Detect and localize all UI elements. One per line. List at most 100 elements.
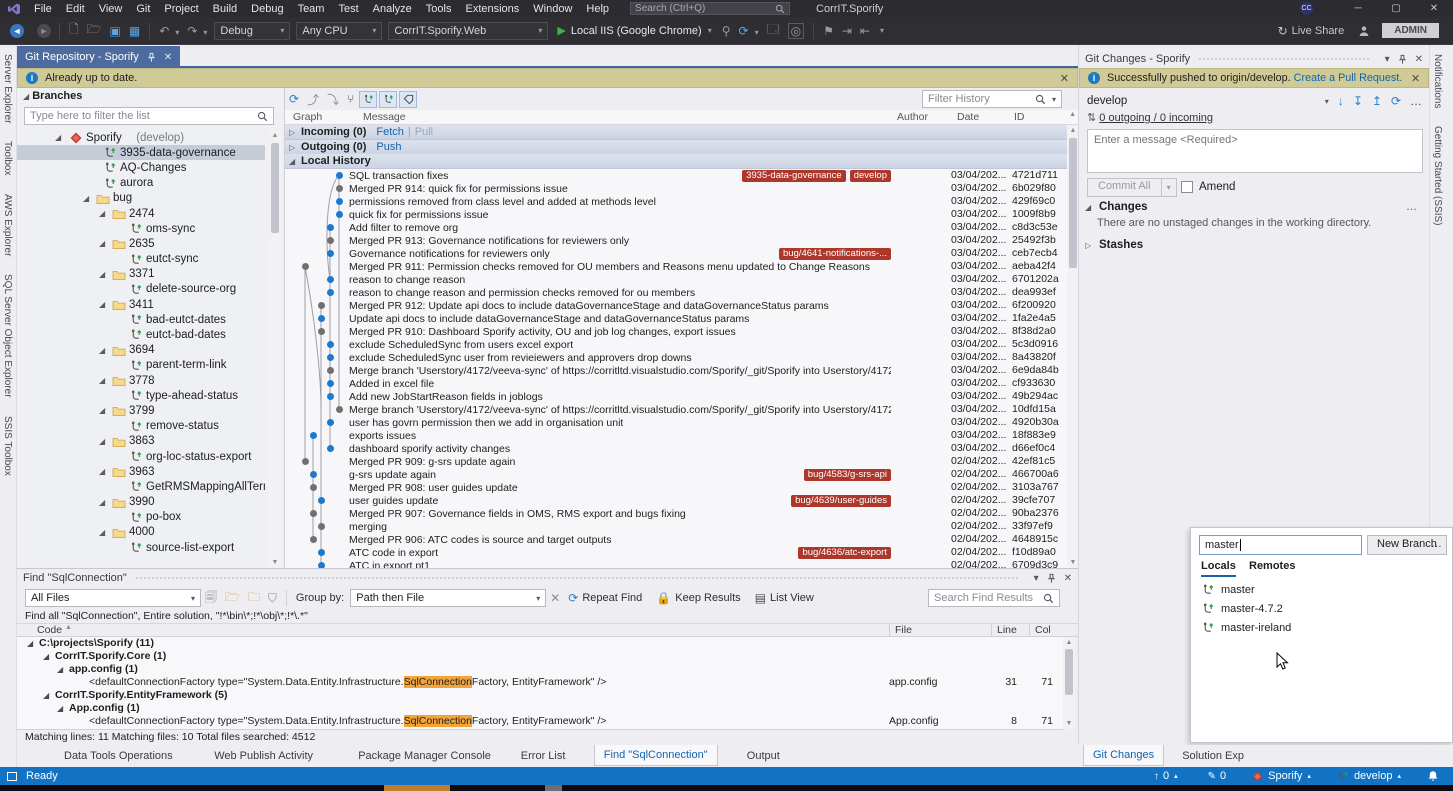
menu-build[interactable]: Build [206, 2, 244, 16]
expander-icon[interactable]: ◢ [55, 133, 65, 142]
commit-row[interactable]: Merged PR 909: g-srs update again02/04/2… [285, 455, 1067, 468]
expander-icon[interactable]: ◢ [43, 691, 53, 700]
close-panel-icon[interactable]: ✕ [1415, 54, 1423, 65]
side-tab-aws-explorer[interactable]: AWS Explorer [0, 185, 15, 265]
bottom-tab-output[interactable]: Output [738, 745, 789, 766]
toggle-tags-icon[interactable] [399, 91, 417, 108]
find-group-row[interactable]: ◢App.config (1) [17, 702, 1063, 715]
changes-section-header[interactable]: ◢Changes [1085, 201, 1148, 213]
redo-icon[interactable]: ↷▾ [187, 24, 207, 38]
side-tab-toolbox[interactable]: Toolbox [0, 132, 15, 184]
current-repo-button[interactable]: Sporify▴ [1252, 770, 1311, 782]
commit-row[interactable]: Merged PR 913: Governance notifications … [285, 234, 1067, 247]
branch-tree-item[interactable]: ◢3863 [17, 434, 265, 449]
side-tab-getting-started-ssis-[interactable]: Getting Started (SSIS) [1430, 117, 1445, 235]
expander-icon[interactable]: ◢ [99, 467, 109, 476]
branch-filter-input[interactable]: Type here to filter the list [24, 107, 274, 125]
bottom-tab-find-sqlconnection-[interactable]: Find "SqlConnection" [594, 745, 718, 766]
side-tab-notifications[interactable]: Notifications [1430, 45, 1445, 117]
commit-row[interactable]: reason to change reason and permission c… [285, 286, 1067, 299]
save-icon[interactable]: ▣ [110, 24, 121, 38]
branch-tree-item[interactable]: type-ahead-status [17, 388, 265, 403]
attach-icon[interactable]: ⚲ [722, 24, 731, 38]
branch-tree-item[interactable]: ◢3799 [17, 403, 265, 418]
live-share-button[interactable]: Live Share [1292, 25, 1345, 37]
list-view-button[interactable]: List View [770, 592, 814, 604]
branch-tree-item[interactable]: ◢2474 [17, 206, 265, 221]
chevron-down-icon[interactable]: ▾ [1385, 54, 1390, 65]
commit-row[interactable]: Merged PR 911: Permission checks removed… [285, 260, 1067, 273]
amend-checkbox[interactable] [1181, 181, 1193, 193]
commit-all-split-button[interactable]: Commit All ▾ [1087, 178, 1177, 197]
menu-team[interactable]: Team [291, 2, 332, 16]
expander-icon[interactable]: ◢ [83, 194, 93, 203]
tab-locals[interactable]: Locals [1201, 560, 1236, 577]
find-scrollbar[interactable]: ▲ ▼ [1063, 637, 1075, 729]
undo-icon[interactable]: ↶▾ [159, 24, 179, 38]
expander-icon[interactable]: ◢ [99, 346, 109, 355]
branch-search-input[interactable]: master [1199, 535, 1362, 555]
find-group-row[interactable]: ◢app.config (1) [17, 663, 1063, 676]
bottom-tab-solution-exp[interactable]: Solution Exp [1173, 745, 1253, 766]
bell-icon[interactable] [1427, 770, 1439, 782]
maximize-button[interactable]: ▢ [1377, 3, 1415, 14]
pull-icon[interactable]: ↧ [1353, 94, 1363, 108]
branch-tree-item[interactable]: remove-status [17, 419, 265, 434]
bottom-tab-data-tools-operations[interactable]: Data Tools Operations [55, 745, 182, 766]
find-group-row[interactable]: ◢CorrIT.Sporify.Core (1) [17, 650, 1063, 663]
find-in-files-icon[interactable]: ◎ [788, 23, 804, 39]
branch-list-item[interactable]: master-ireland [1191, 618, 1452, 637]
pin-icon[interactable] [1046, 573, 1057, 584]
commit-row[interactable]: Governance notifications for reviewers o… [285, 247, 1067, 260]
clear-filter-icon[interactable]: ⛉ [268, 591, 277, 606]
git-changes-title[interactable]: Git Changes - Sporify ▾ ✕ [1079, 50, 1429, 68]
toggle-remote-branches-icon[interactable] [379, 91, 397, 108]
branch-tree-item[interactable]: ◢bug [17, 191, 265, 206]
commit-all-button[interactable]: Commit All [1087, 178, 1162, 197]
commit-options-caret[interactable]: ▾ [1162, 178, 1177, 197]
side-tab-ssis-toolbox[interactable]: SSIS Toolbox [0, 407, 15, 485]
outgoing-incoming-link[interactable]: ⇅ 0 outgoing / 0 incoming [1087, 111, 1213, 124]
branches-header[interactable]: ◢ Branches [23, 90, 82, 102]
toolbar-overflow-icon[interactable]: ▾ [880, 26, 884, 35]
bottom-tab-web-publish-activity[interactable]: Web Publish Activity [205, 745, 322, 766]
branch-tree-item[interactable]: delete-source-org [17, 282, 265, 297]
commit-row[interactable]: Add new JobStartReason fields in joblogs… [285, 390, 1067, 403]
toggle-first-parent-icon[interactable] [359, 91, 377, 108]
commit-row[interactable]: Added in excel file03/04/202...cf933630 [285, 377, 1067, 390]
dismiss-info-icon[interactable]: ✕ [1060, 72, 1069, 85]
expander-icon[interactable]: ◢ [99, 498, 109, 507]
background-tasks-icon[interactable] [7, 772, 17, 781]
commit-row[interactable]: Merged PR 912: Update api docs to includ… [285, 299, 1067, 312]
expander-icon[interactable]: ◢ [99, 406, 109, 415]
commit-row[interactable]: Add filter to remove org03/04/202...c8d3… [285, 221, 1067, 234]
commit-row[interactable]: merging02/04/202...33f97ef9 [285, 520, 1067, 533]
commit-row[interactable]: exclude ScheduledSync user from revieiew… [285, 351, 1067, 364]
history-column-headers[interactable]: Graph Message Author Date ID ▲ [285, 110, 1078, 125]
collapse-all-icon[interactable]: 🗀 [248, 588, 260, 609]
branch-tree-item[interactable]: aurora [17, 176, 265, 191]
branch-tree-item[interactable]: bad-eutct-dates [17, 312, 265, 327]
expander-icon[interactable]: ◢ [57, 704, 67, 713]
popup-more-icon[interactable]: … [1431, 538, 1442, 550]
menu-analyze[interactable]: Analyze [366, 2, 419, 16]
branch-tree-item[interactable]: ◢4000 [17, 525, 265, 540]
branch-dropdown-caret[interactable]: ▾ [1325, 97, 1329, 106]
find-result-row[interactable]: <defaultConnectionFactory type="System.D… [17, 715, 1063, 728]
branch-list-item[interactable]: master-4.7.2 [1191, 599, 1452, 618]
commit-row[interactable]: exports issues03/04/202...18f883e9 [285, 429, 1067, 442]
refresh-history-icon[interactable]: ⟳ [289, 92, 299, 106]
menu-edit[interactable]: Edit [59, 2, 92, 16]
commit-row[interactable]: user has govrn permission then we add in… [285, 416, 1067, 429]
pin-icon[interactable] [146, 52, 157, 63]
branch-tree-item[interactable]: ◢3963 [17, 464, 265, 479]
stop-find-icon[interactable]: ✕ [550, 591, 560, 605]
branch-tree-item[interactable]: ◢3371 [17, 267, 265, 282]
expander-icon[interactable]: ◢ [27, 639, 37, 648]
sync-icon[interactable]: ⟳ [1391, 94, 1401, 108]
menu-project[interactable]: Project [157, 2, 205, 16]
navigate-back-icon[interactable]: ◄ [10, 24, 24, 38]
commit-row[interactable]: ATC in export pt102/04/202...6709d3c9 [285, 559, 1067, 568]
branch-tree-item[interactable]: org-loc-status-export [17, 449, 265, 464]
commit-row[interactable]: permissions removed from class level and… [285, 195, 1067, 208]
